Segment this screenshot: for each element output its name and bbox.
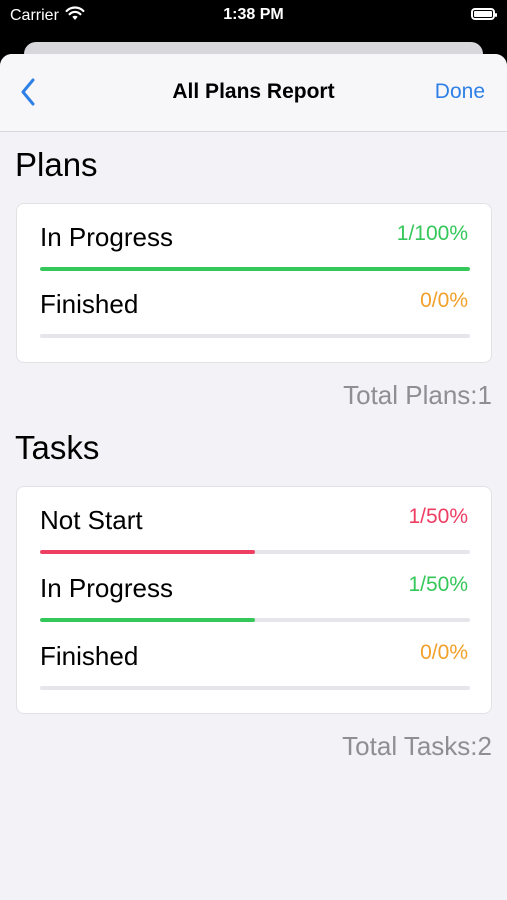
total-tasks: Total Tasks:2 — [342, 731, 492, 761]
plans-row-value: 1/100% — [396, 222, 468, 245]
report-sheet: All Plans Report Done Plans In Progress … — [0, 54, 507, 900]
plans-row-in-progress: In Progress 1/100% — [17, 204, 491, 272]
tasks-card: Not Start 1/50% In Progress 1/50% Finish… — [16, 486, 492, 714]
progress-fill — [40, 618, 255, 622]
tasks-row-label: Finished — [40, 641, 139, 671]
progress-fill — [40, 550, 255, 554]
tasks-row-label: Not Start — [40, 505, 143, 535]
page-title: All Plans Report — [172, 80, 335, 103]
tasks-section-title: Tasks — [15, 429, 100, 466]
plans-row-label: Finished — [40, 289, 139, 319]
progress-bar — [40, 550, 470, 554]
progress-bar — [40, 686, 470, 690]
navigation-bar: All Plans Report Done — [0, 54, 507, 132]
tasks-row-in-progress: In Progress 1/50% — [17, 555, 491, 623]
plans-section-title: Plans — [15, 146, 98, 183]
plans-card: In Progress 1/100% Finished 0/0% — [16, 203, 492, 363]
battery-icon — [471, 8, 497, 20]
total-plans: Total Plans:1 — [343, 380, 492, 410]
status-bar: Carrier 1:38 PM — [0, 0, 507, 34]
plans-row-value: 0/0% — [420, 289, 468, 312]
plans-row-label: In Progress — [40, 222, 173, 252]
tasks-row-label: In Progress — [40, 573, 173, 603]
plans-row-finished: Finished 0/0% — [17, 271, 491, 339]
done-button[interactable]: Done — [435, 80, 485, 104]
clock: 1:38 PM — [223, 6, 284, 23]
tasks-row-value: 0/0% — [420, 641, 468, 664]
progress-bar — [40, 334, 470, 338]
progress-bar — [40, 618, 470, 622]
tasks-row-finished: Finished 0/0% — [17, 623, 491, 691]
tasks-row-not-start: Not Start 1/50% — [17, 487, 491, 555]
tasks-row-value: 1/50% — [408, 505, 468, 528]
tasks-row-value: 1/50% — [408, 573, 468, 596]
